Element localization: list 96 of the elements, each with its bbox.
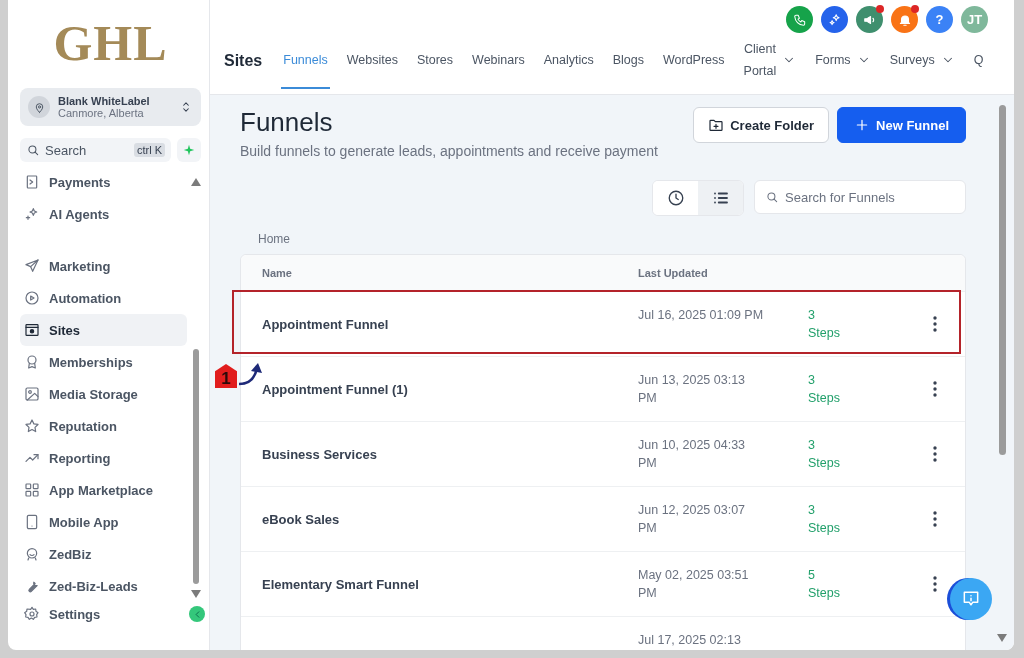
kebab-icon (933, 576, 937, 592)
account-location: Canmore, Alberta (58, 107, 145, 119)
sidebar-item[interactable]: Automation (20, 282, 187, 314)
help-button[interactable]: ? (926, 6, 953, 33)
nav-tab[interactable]: Q (971, 33, 986, 89)
breadcrumb[interactable]: Home (258, 232, 966, 246)
scrollbar[interactable] (998, 105, 1006, 455)
step-count: 3 Steps (808, 437, 840, 472)
nav-tab[interactable]: Stores (414, 33, 456, 89)
nav-tab[interactable]: Surveys (887, 33, 957, 89)
scroll-up-icon[interactable] (191, 178, 201, 186)
scroll-down-icon[interactable] (997, 634, 1007, 642)
settings-icon (24, 606, 40, 622)
send-icon (24, 258, 40, 274)
receipt-icon (24, 174, 40, 190)
spark-icon (182, 143, 196, 157)
sidebar-item[interactable]: Media Storage (20, 378, 187, 410)
phone-icon (792, 12, 807, 27)
funnel-name[interactable]: Business Services (262, 447, 377, 462)
collapse-button[interactable] (189, 606, 205, 622)
create-folder-button[interactable]: Create Folder (693, 107, 830, 143)
page-title: Funnels (240, 107, 334, 138)
nav-tab[interactable]: Analytics (541, 33, 596, 89)
nav-tab[interactable]: WordPress (660, 33, 727, 89)
last-updated: Jul 17, 2025 02:13 (638, 632, 742, 649)
scroll-down-icon[interactable] (191, 590, 201, 598)
account-switcher[interactable]: Blank WhiteLabel Canmore, Alberta (20, 88, 201, 126)
sidebar-item[interactable]: Marketing (20, 250, 187, 282)
grid-icon (24, 482, 40, 498)
funnel-name[interactable]: Appointment Funnel (262, 317, 389, 332)
notification-dot (876, 5, 884, 13)
sidebar-item[interactable]: Mobile App (20, 506, 187, 538)
sidebar-item[interactable]: Sites (20, 314, 187, 346)
smile-icon (24, 546, 40, 562)
step-count: 3 Steps (808, 372, 840, 407)
list-view-button[interactable] (698, 181, 743, 215)
sidebar-item[interactable]: ZedBiz (20, 538, 187, 570)
sidebar-item[interactable]: Memberships (20, 346, 187, 378)
column-header: Last Updated (638, 267, 708, 279)
play-circle-icon (24, 290, 40, 306)
logo: GHL (53, 14, 168, 72)
chat-button[interactable] (950, 578, 992, 620)
folder-plus-icon (708, 117, 725, 133)
last-updated: Jun 12, 2025 03:07 PM (638, 502, 747, 537)
nav-tab[interactable]: Forms (813, 33, 873, 89)
search-field[interactable]: Search ctrl K (20, 138, 171, 162)
sparkle-icon (24, 206, 40, 222)
sidebar-item[interactable]: Reporting (20, 442, 187, 474)
account-name: Blank WhiteLabel (58, 95, 151, 107)
star-icon (24, 418, 40, 434)
award-icon (24, 354, 40, 370)
ai-button[interactable] (821, 6, 848, 33)
last-updated: Jun 10, 2025 04:33 PM (638, 437, 747, 472)
sidebar-item[interactable]: Payments (20, 166, 187, 198)
nav-tab[interactable]: Websites (344, 33, 400, 89)
bell-button[interactable] (891, 6, 918, 33)
kebab-icon (933, 446, 937, 462)
kebab-icon (933, 316, 937, 332)
search-icon (765, 190, 779, 204)
phone-button[interactable] (786, 6, 813, 33)
nav-tab[interactable]: Funnels (281, 33, 330, 89)
kebab-icon (933, 381, 937, 397)
sidebar-item[interactable]: Reputation (20, 410, 187, 442)
search-input[interactable]: Search (45, 142, 129, 158)
scrollbar[interactable] (193, 349, 199, 584)
notification-dot (911, 5, 919, 13)
nav-tab[interactable]: Client Portal (741, 33, 799, 89)
funnel-search-input[interactable]: Search for Funnels (785, 189, 955, 205)
browser-icon (24, 322, 40, 338)
kebab-icon (933, 511, 937, 527)
sidebar-item[interactable]: App Marketplace (20, 474, 187, 506)
step-count: 3 Steps (808, 307, 840, 342)
search-icon (26, 143, 40, 157)
sidebar-item[interactable]: AI Agents (20, 198, 187, 230)
new-funnel-button[interactable]: New Funnel (837, 107, 966, 143)
image-icon (24, 386, 40, 402)
last-updated: Jun 13, 2025 03:13 PM (638, 372, 747, 407)
sparkle-icon (827, 12, 842, 27)
page-subtitle: Build funnels to generate leads, appointments and receive payment (240, 143, 658, 159)
funnel-name[interactable]: Elementary Smart Funnel (262, 577, 419, 592)
nav-tab[interactable]: Blogs (610, 33, 646, 89)
step-marker: 1 (215, 364, 237, 388)
last-updated: Jul 16, 2025 01:09 PM (638, 307, 765, 324)
funnel-name[interactable]: eBook Sales (262, 512, 340, 527)
last-updated: May 02, 2025 03:51 PM (638, 567, 750, 602)
bell-icon (897, 12, 912, 27)
step-count: 5 Steps (808, 567, 840, 602)
nav-tab[interactable]: Webinars (470, 33, 527, 89)
clock-icon (666, 189, 685, 207)
mobile-icon (24, 514, 40, 530)
funnel-search-field[interactable]: Search for Funnels (754, 180, 966, 214)
section-title: Sites (224, 52, 263, 70)
step-count: 3 Steps (808, 502, 840, 537)
column-header: Name (262, 267, 292, 279)
shortcut-hint: ctrl K (133, 143, 165, 157)
funnel-name[interactable]: Appointment Funnel (1) (262, 382, 408, 397)
